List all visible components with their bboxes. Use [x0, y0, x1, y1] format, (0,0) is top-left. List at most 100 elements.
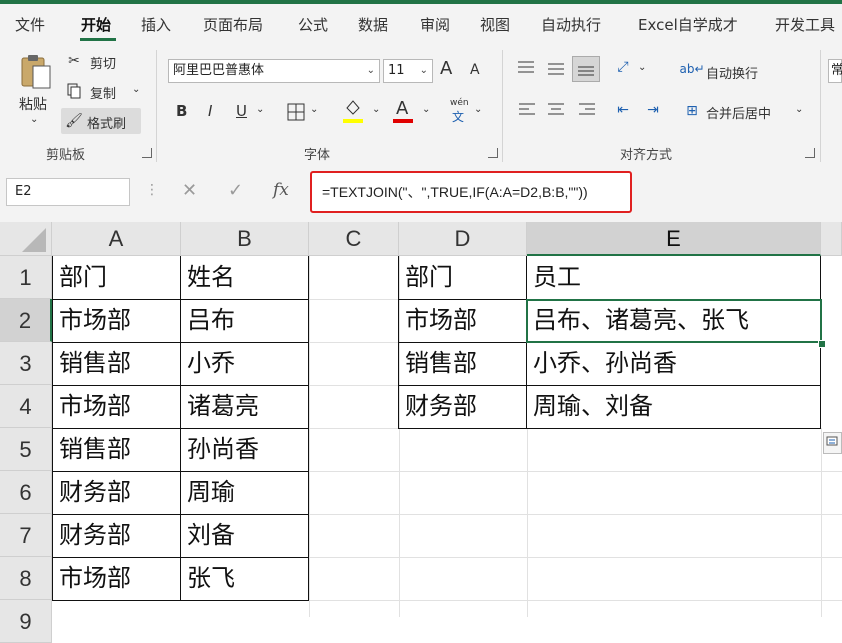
- orientation-chevron-icon[interactable]: ⌄: [638, 62, 646, 73]
- cell-a4[interactable]: 市场部: [53, 385, 180, 428]
- align-bottom-icon[interactable]: [572, 56, 600, 82]
- phonetic-chevron-icon[interactable]: ⌄: [474, 104, 482, 115]
- tab-file[interactable]: 文件: [15, 14, 45, 35]
- column-header-b[interactable]: B: [181, 222, 309, 256]
- merge-chevron-icon[interactable]: ⌄: [795, 104, 803, 115]
- cell-e1[interactable]: 员工: [527, 256, 820, 299]
- select-all-corner[interactable]: [0, 222, 52, 256]
- cell-b1[interactable]: 姓名: [181, 256, 308, 299]
- cell-d2[interactable]: 市场部: [399, 299, 526, 342]
- formula-input[interactable]: =TEXTJOIN("、",TRUE,IF(A:A=D2,B:B,"")): [310, 171, 632, 213]
- cell-d3[interactable]: 销售部: [399, 342, 526, 385]
- paste-label[interactable]: 粘贴: [19, 94, 47, 114]
- paste-chevron-icon[interactable]: ⌄: [30, 114, 38, 125]
- row-header-2[interactable]: 2: [0, 299, 52, 342]
- format-painter-button[interactable]: 🖌 格式刷: [61, 108, 141, 134]
- underline-button[interactable]: U: [236, 102, 247, 120]
- align-middle-icon[interactable]: [545, 58, 567, 78]
- alignment-launcher-icon[interactable]: [805, 148, 815, 158]
- cell-a7[interactable]: 财务部: [53, 514, 180, 557]
- ribbon-tabs: 文件 开始 插入 页面布局 公式 数据 审阅 视图 自动执行 Excel自学成才…: [0, 4, 842, 44]
- shrink-font-button[interactable]: A: [470, 62, 480, 78]
- cell-a1[interactable]: 部门: [53, 256, 180, 299]
- column-header-a[interactable]: A: [52, 222, 181, 256]
- align-right-icon[interactable]: [576, 100, 598, 120]
- grow-font-button[interactable]: A: [440, 58, 452, 79]
- borders-icon[interactable]: [286, 102, 306, 122]
- fill-color-icon[interactable]: [342, 98, 364, 118]
- tab-view[interactable]: 视图: [480, 14, 510, 35]
- tab-excel-self-study[interactable]: Excel自学成才: [638, 14, 738, 35]
- copy-chevron-icon[interactable]: ⌄: [132, 84, 140, 95]
- cancel-icon[interactable]: ✕: [182, 180, 197, 201]
- borders-chevron-icon[interactable]: ⌄: [310, 104, 318, 115]
- cell-a6[interactable]: 财务部: [53, 471, 180, 514]
- row-header-3[interactable]: 3: [0, 342, 52, 385]
- cell-b5[interactable]: 孙尚香: [181, 428, 308, 471]
- row-header-5[interactable]: 5: [0, 428, 52, 471]
- font-color-button[interactable]: A: [396, 98, 408, 119]
- column-header-c[interactable]: C: [309, 222, 399, 256]
- cell-d4[interactable]: 财务部: [399, 385, 526, 428]
- cell-a8[interactable]: 市场部: [53, 557, 180, 600]
- underline-chevron-icon[interactable]: ⌄: [256, 104, 264, 115]
- tab-automate[interactable]: 自动执行: [541, 14, 601, 35]
- fill-handle[interactable]: [818, 340, 826, 348]
- align-top-icon[interactable]: [515, 58, 537, 78]
- row-header-7[interactable]: 7: [0, 514, 52, 557]
- insert-function-icon[interactable]: fx: [273, 180, 289, 200]
- name-box[interactable]: E2: [6, 178, 130, 206]
- tab-data[interactable]: 数据: [358, 14, 388, 35]
- cell-b4[interactable]: 诸葛亮: [181, 385, 308, 428]
- cell-b6[interactable]: 周瑜: [181, 471, 308, 514]
- font-size-select[interactable]: 11 ⌄: [383, 59, 433, 83]
- cut-button[interactable]: 剪切: [90, 53, 116, 72]
- clipboard-launcher-icon[interactable]: [142, 148, 152, 158]
- copy-button[interactable]: 复制: [90, 83, 116, 102]
- cell-b8[interactable]: 张飞: [181, 557, 308, 600]
- tab-developer[interactable]: 开发工具: [775, 14, 835, 35]
- wrap-text-button[interactable]: 自动换行: [706, 63, 758, 82]
- font-launcher-icon[interactable]: [488, 148, 498, 158]
- cell-a3[interactable]: 销售部: [53, 342, 180, 385]
- paste-icon[interactable]: [18, 52, 54, 92]
- phonetic-bottom[interactable]: 文: [452, 108, 464, 125]
- row-header-4[interactable]: 4: [0, 385, 52, 428]
- align-center-icon[interactable]: [545, 100, 567, 120]
- cell-b2[interactable]: 吕布: [181, 299, 308, 342]
- phonetic-top[interactable]: wén: [450, 98, 469, 108]
- fill-color-chevron-icon[interactable]: ⌄: [372, 104, 380, 115]
- tab-formulas[interactable]: 公式: [298, 14, 328, 35]
- row-header-6[interactable]: 6: [0, 471, 52, 514]
- column-header-e[interactable]: E: [527, 222, 821, 256]
- row-header-8[interactable]: 8: [0, 557, 52, 600]
- gridline: [309, 342, 399, 343]
- cell-d1[interactable]: 部门: [399, 256, 526, 299]
- cell-b7[interactable]: 刘备: [181, 514, 308, 557]
- column-header-d[interactable]: D: [399, 222, 527, 256]
- orientation-icon[interactable]: ⤢: [612, 57, 634, 77]
- italic-button[interactable]: I: [208, 102, 212, 120]
- row-header-1[interactable]: 1: [0, 256, 52, 299]
- align-left-icon[interactable]: [516, 100, 538, 120]
- tab-insert[interactable]: 插入: [141, 14, 171, 35]
- tab-review[interactable]: 审阅: [420, 14, 450, 35]
- merge-center-button[interactable]: 合并后居中: [706, 103, 771, 122]
- enter-icon[interactable]: ✓: [228, 180, 243, 201]
- column-header-f[interactable]: [821, 222, 842, 256]
- quick-analysis-icon[interactable]: [823, 432, 842, 454]
- bold-button[interactable]: B: [176, 102, 187, 120]
- font-color-chevron-icon[interactable]: ⌄: [422, 104, 430, 115]
- cell-e3[interactable]: 小乔、孙尚香: [527, 342, 820, 385]
- font-name-select[interactable]: 阿里巴巴普惠体 ⌄: [168, 59, 380, 83]
- cell-e4[interactable]: 周瑜、刘备: [527, 385, 820, 428]
- increase-indent-icon[interactable]: ⇥: [642, 100, 664, 120]
- number-format-select[interactable]: 常: [828, 59, 842, 83]
- tab-page-layout[interactable]: 页面布局: [203, 14, 263, 35]
- cell-a5[interactable]: 销售部: [53, 428, 180, 471]
- row-header-9[interactable]: 9: [0, 600, 52, 643]
- cell-a2[interactable]: 市场部: [53, 299, 180, 342]
- tab-home[interactable]: 开始: [81, 14, 111, 35]
- cell-b3[interactable]: 小乔: [181, 342, 308, 385]
- decrease-indent-icon[interactable]: ⇤: [612, 100, 634, 120]
